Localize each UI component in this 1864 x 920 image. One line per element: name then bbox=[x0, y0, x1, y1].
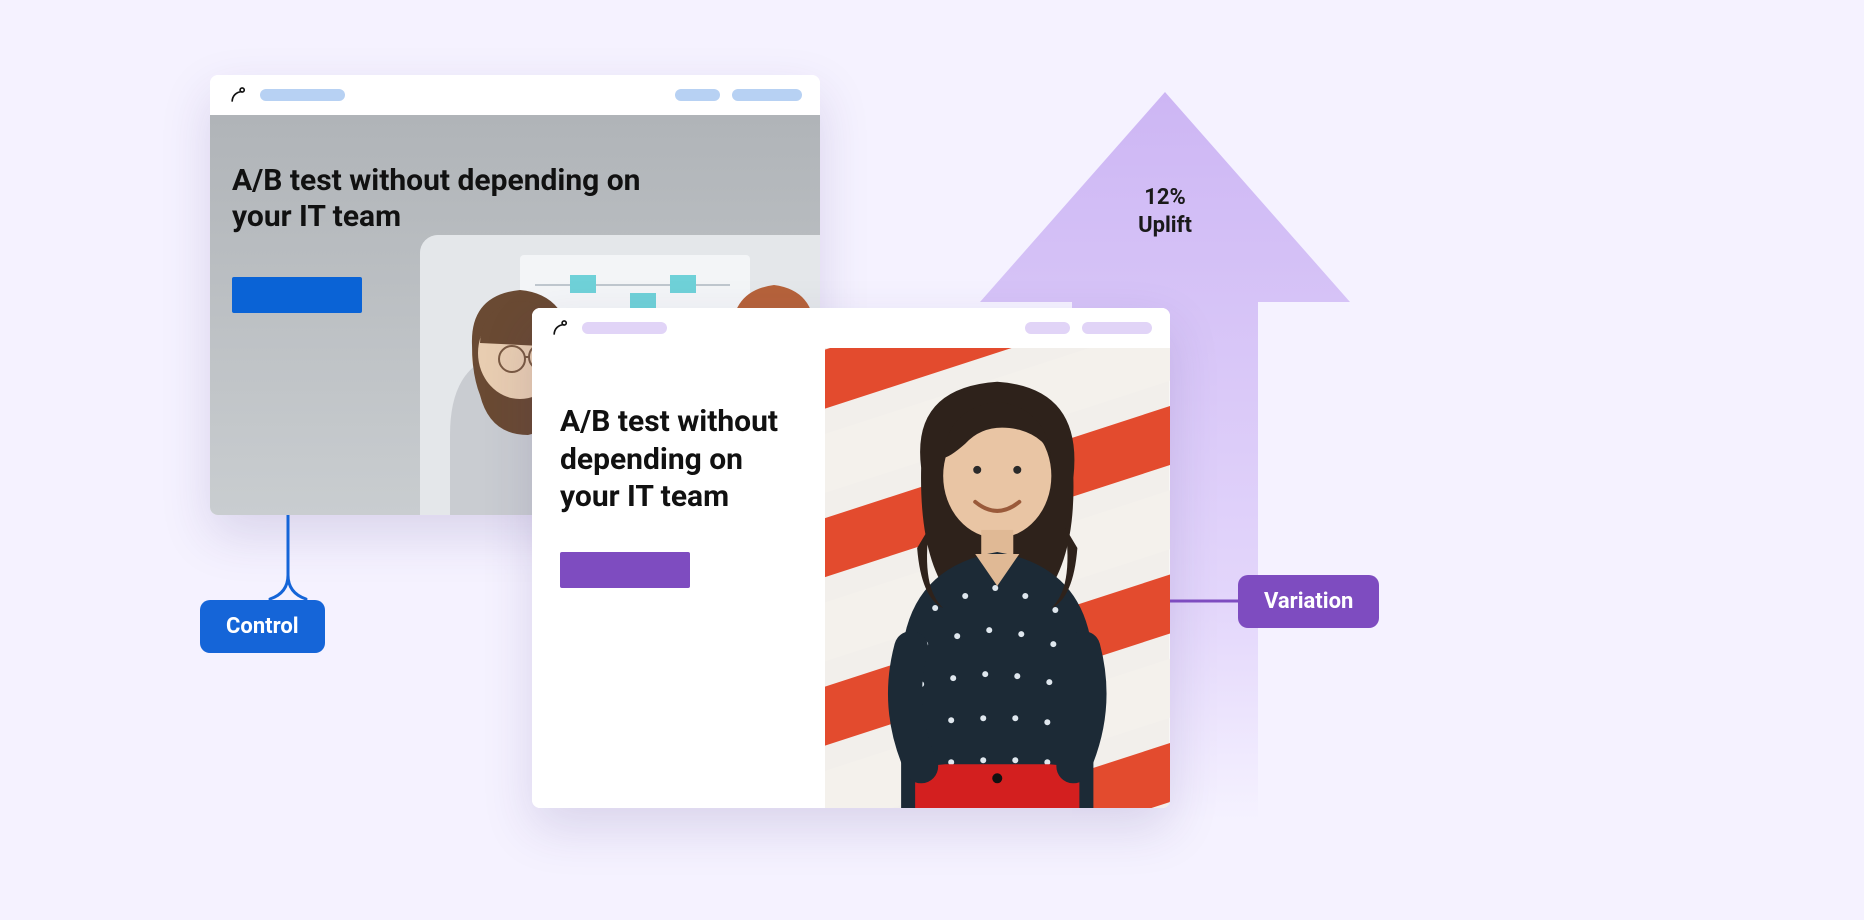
variation-headline: A/B test without depending on your IT te… bbox=[560, 403, 807, 516]
variation-browser-header bbox=[532, 308, 1170, 348]
logo-icon bbox=[550, 318, 570, 338]
control-cta-button[interactable] bbox=[232, 277, 362, 313]
variation-body: A/B test without depending on your IT te… bbox=[532, 348, 1170, 808]
variation-label-badge: Variation bbox=[1238, 575, 1379, 628]
nav-pill bbox=[582, 322, 667, 334]
control-label-badge: Control bbox=[200, 600, 325, 653]
uplift-value: 12% bbox=[1144, 185, 1186, 210]
control-connector bbox=[258, 515, 318, 601]
logo-icon bbox=[228, 85, 248, 105]
variation-cta-button[interactable] bbox=[560, 552, 690, 588]
variation-card: A/B test without depending on your IT te… bbox=[532, 308, 1170, 808]
nav-pill bbox=[732, 89, 802, 101]
nav-pill bbox=[1082, 322, 1152, 334]
control-label-text: Control bbox=[226, 614, 299, 639]
nav-pill bbox=[675, 89, 720, 101]
control-headline: A/B test without depending on your IT te… bbox=[232, 163, 652, 235]
uplift-label: 12% Uplift bbox=[1100, 184, 1230, 239]
variation-label-text: Variation bbox=[1264, 589, 1353, 614]
control-browser-header bbox=[210, 75, 820, 115]
nav-pill bbox=[260, 89, 345, 101]
nav-pill bbox=[1025, 322, 1070, 334]
variation-connector bbox=[1170, 596, 1240, 606]
uplift-caption: Uplift bbox=[1138, 213, 1192, 238]
variation-hero-image bbox=[825, 348, 1170, 808]
